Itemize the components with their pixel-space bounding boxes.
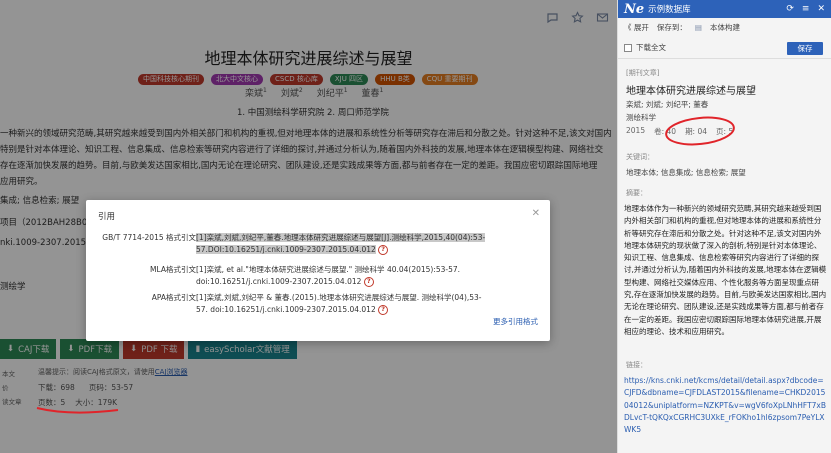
- download-fulltext-option[interactable]: 下载全文: [624, 42, 666, 53]
- citation-text[interactable]: [1]栾斌, et al."地理本体研究进展综述与展望." 测绘科学 40.04…: [196, 264, 492, 288]
- close-icon[interactable]: ✕: [532, 208, 540, 219]
- copy-icon[interactable]: ?: [378, 245, 389, 255]
- dialog-title: 引用: [98, 212, 116, 222]
- item-meta: 2015 卷: 40 期: 04 页: 5: [626, 126, 733, 137]
- copy-icon[interactable]: ?: [363, 277, 374, 287]
- item-authors: 栾斌; 刘斌; 刘纪平; 董春: [626, 100, 709, 109]
- item-volume: 卷: 40: [654, 127, 677, 136]
- header-icons: ⟳ ≡ ✕: [786, 4, 825, 14]
- save-button[interactable]: 保存: [787, 42, 823, 55]
- fulltext-label: 下载全文: [636, 43, 666, 52]
- item-title: 地理本体研究进展综述与展望: [626, 86, 756, 97]
- more-citation-formats-link[interactable]: 更多引用格式: [493, 316, 538, 327]
- divider: [618, 58, 831, 59]
- panel-nav: 《 展开 保存到： ▤ 本体构建: [618, 18, 831, 36]
- citation-text-body: [1]栾斌,刘斌,刘纪平,董春.地理本体研究进展综述与展望[J].测绘科学,20…: [196, 233, 486, 254]
- copy-icon[interactable]: ?: [378, 305, 389, 315]
- item-type-tag: [期刊文章]: [626, 69, 660, 77]
- citation-format-label: MLA格式引文: [150, 265, 196, 274]
- refresh-icon[interactable]: ⟳: [786, 4, 794, 14]
- item-issue: 期: 04: [685, 127, 708, 136]
- item-keywords: 地理本体; 信息集成; 信息检索; 展望: [626, 168, 746, 177]
- citation-text[interactable]: [1]栾斌,刘斌,刘纪平,董春.地理本体研究进展综述与展望[J].测绘科学,20…: [196, 232, 492, 256]
- item-pages: 页: 5: [716, 127, 734, 136]
- screenshot-stage: 地理本体研究进展综述与展望 中国科技核心期刊 北大中文核心 CSCD 核心库 XJU …: [0, 0, 831, 453]
- item-abstract: 地理本体作为一种新兴的领域研究范畴,其研究越来越受到国内外相关部门和机构的重视,…: [624, 204, 827, 336]
- panel-header: Ne 示例数据库 ⟳ ≡ ✕: [618, 0, 831, 18]
- citation-text-body: [1]栾斌,刘斌,刘纪平 & 董春.(2015).地理本体研究进展综述与展望. …: [196, 293, 482, 314]
- abstract-label: 摘要：: [626, 189, 647, 197]
- app-logo: Ne: [624, 1, 645, 17]
- database-title: 示例数据库: [648, 5, 691, 15]
- expand-button[interactable]: 《 展开: [624, 22, 649, 33]
- keywords-label: 关键词：: [626, 153, 654, 161]
- citation-format-label: GB/T 7714-2015 格式引文: [102, 233, 196, 242]
- save-to-label: 保存到：: [656, 22, 687, 32]
- citation-text[interactable]: [1]栾斌,刘斌,刘纪平 & 董春.(2015).地理本体研究进展综述与展望. …: [196, 292, 492, 316]
- item-link[interactable]: https://kns.cnki.net/kcms/detail/detail.…: [624, 375, 827, 436]
- citation-dialog: 引用 ✕ GB/T 7714-2015 格式引文 [1]栾斌,刘斌,刘纪平,董春…: [86, 200, 550, 341]
- link-label: 链接：: [626, 361, 647, 369]
- item-journal: 测绘科学: [626, 113, 656, 122]
- folder-icon: ▤: [694, 22, 702, 32]
- citation-format-label: APA格式引文: [151, 293, 196, 302]
- menu-icon[interactable]: ≡: [802, 4, 810, 14]
- reference-panel: Ne 示例数据库 ⟳ ≡ ✕ 《 展开 保存到： ▤ 本体构建 下载全文 保存 …: [617, 0, 831, 453]
- item-year: 2015: [626, 126, 646, 135]
- close-icon[interactable]: ✕: [817, 4, 825, 14]
- citation-text-body: [1]栾斌, et al."地理本体研究进展综述与展望." 测绘科学 40.04…: [196, 265, 461, 286]
- folder-name[interactable]: 本体构建: [710, 22, 740, 33]
- fulltext-checkbox[interactable]: [624, 43, 632, 52]
